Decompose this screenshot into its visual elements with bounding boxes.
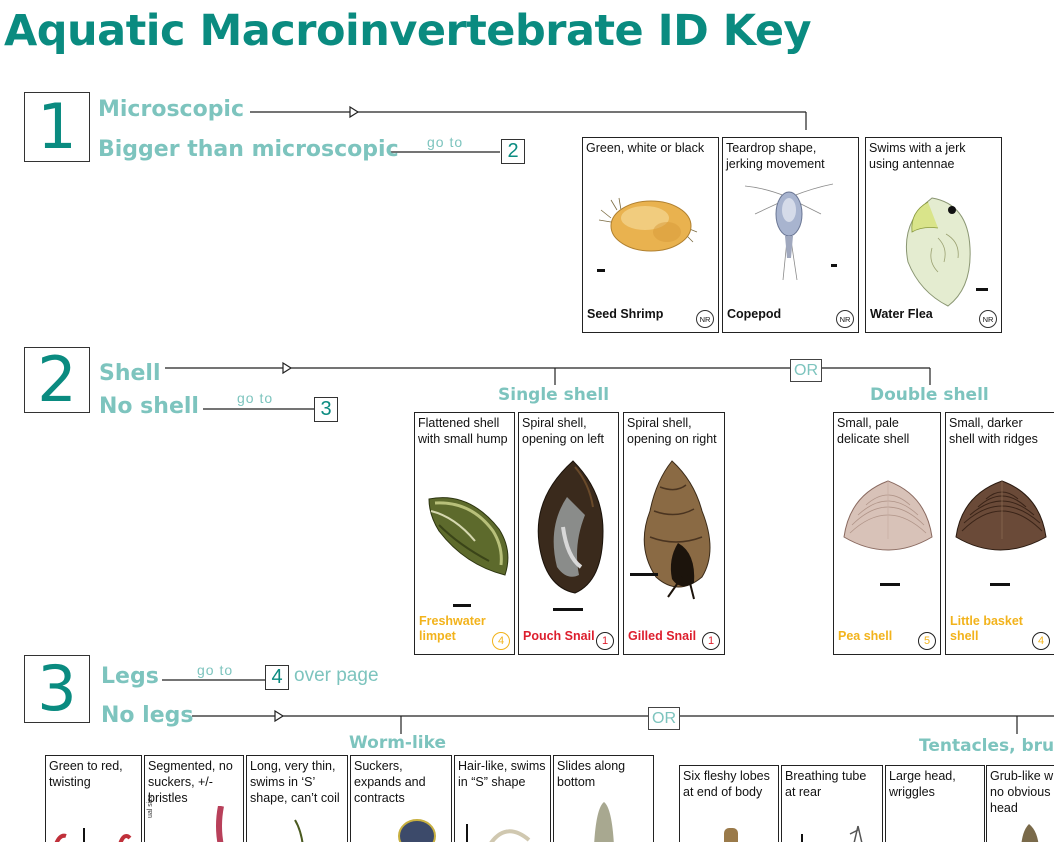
score-badge: 4: [492, 632, 510, 650]
step-1-box: 1: [24, 92, 90, 162]
water-flea-illustration: [905, 197, 971, 307]
goto-label: go to: [197, 662, 234, 678]
card-description: Breathing tube at rear: [785, 769, 867, 799]
card-worm-2[interactable]: Segmented, no suckers, +/- bristles ual …: [144, 755, 244, 842]
page-title: Aquatic Macroinvertebrate ID Key: [4, 6, 812, 56]
or-separator: OR: [648, 707, 680, 731]
card-tentacle-4[interactable]: Grub-like w no obvious head: [986, 765, 1054, 842]
card-description: Grub-like w no obvious head: [990, 769, 1054, 815]
goto-step-3[interactable]: 3: [314, 397, 338, 422]
card-name: Gilled Snail: [628, 629, 697, 643]
score-badge: 5: [918, 632, 936, 650]
card-description: Small, darker shell with ridges: [949, 416, 1038, 446]
size-label: ual size: [147, 794, 154, 818]
pea-shell-illustration: [843, 480, 933, 551]
larva-illustration: [724, 828, 738, 842]
basket-shell-illustration: [955, 480, 1047, 551]
step-3-box: 3: [24, 655, 90, 723]
card-worm-3[interactable]: Long, very thin, swims in ‘S’ shape, can…: [246, 755, 348, 842]
card-description: Slides along bottom: [557, 759, 626, 789]
card-name: Pea shell: [838, 629, 893, 643]
scale-bar: [880, 583, 900, 586]
worm-illustration: [54, 828, 132, 842]
card-worm-5[interactable]: Hair-like, swims in “S” shape: [454, 755, 551, 842]
option-no-shell[interactable]: No shell: [99, 396, 199, 418]
card-tentacle-2[interactable]: Breathing tube at rear: [781, 765, 883, 842]
group-worm-like: Worm-like: [349, 733, 447, 753]
card-description: Swims with a jerk using antennae: [869, 141, 966, 171]
card-worm-1[interactable]: Green to red, twisting: [45, 755, 142, 842]
card-description: Hair-like, swims in “S” shape: [458, 759, 546, 789]
limpet-illustration: [428, 497, 509, 576]
card-description: Flattened shell with small hump: [418, 416, 508, 446]
pouch-snail-illustration: [537, 460, 604, 594]
grub-illustration: [1021, 824, 1039, 842]
scale-bar: [597, 269, 605, 272]
score-badge: 1: [702, 632, 720, 650]
score-badge: 1: [596, 632, 614, 650]
group-single-shell: Single shell: [498, 385, 610, 405]
scale-bar: [453, 604, 471, 607]
card-little-basket-shell[interactable]: Small, darker shell with ridges Little b…: [945, 412, 1054, 655]
scale-bar: [831, 264, 837, 267]
card-gilled-snail[interactable]: Spiral shell, opening on right Gilled Sn…: [623, 412, 725, 655]
card-copepod[interactable]: Teardrop shape, jerking movement Copepod…: [722, 137, 859, 333]
card-worm-4[interactable]: Suckers, expands and contracts: [350, 755, 452, 842]
goto-label: go to: [237, 390, 274, 406]
score-badge: NR: [696, 310, 714, 328]
larva-illustration: [801, 825, 863, 842]
card-description: Segmented, no suckers, +/- bristles: [148, 759, 233, 805]
card-description: Spiral shell, opening on left: [522, 416, 605, 446]
card-pea-shell[interactable]: Small, pale delicate shell Pea shell 5: [833, 412, 941, 655]
option-shell[interactable]: Shell: [99, 363, 161, 385]
card-description: Suckers, expands and contracts: [354, 759, 426, 805]
worm-illustration: [216, 806, 224, 842]
score-badge: NR: [836, 310, 854, 328]
card-description: Large head, wriggles: [889, 769, 956, 799]
seed-shrimp-illustration: [598, 197, 698, 252]
scale-bar: [630, 573, 658, 576]
goto-label: go to: [427, 134, 464, 150]
flatworm-illustration: [594, 802, 614, 842]
hairworm-illustration: [466, 824, 531, 842]
card-freshwater-limpet[interactable]: Flattened shell with small hump Freshwat…: [414, 412, 515, 655]
group-double-shell: Double shell: [870, 385, 989, 405]
scale-bar: [990, 583, 1010, 586]
over-page-label: over page: [294, 665, 379, 686]
card-seed-shrimp[interactable]: Green, white or black Seed Shrimp NR: [582, 137, 719, 333]
card-water-flea[interactable]: Swims with a jerk using antennae Water F…: [865, 137, 1002, 333]
score-badge: 4: [1032, 632, 1050, 650]
option-no-legs[interactable]: No legs: [101, 705, 194, 727]
score-badge: NR: [979, 310, 997, 328]
card-description: Long, very thin, swims in ‘S’ shape, can…: [250, 759, 340, 805]
card-pouch-snail[interactable]: Spiral shell, opening on left Pouch Snai…: [518, 412, 619, 655]
card-name: Seed Shrimp: [587, 307, 664, 321]
card-tentacle-3[interactable]: Large head, wriggles: [885, 765, 985, 842]
goto-step-4[interactable]: 4: [265, 665, 289, 690]
card-name: Water Flea: [870, 307, 933, 321]
goto-step-2[interactable]: 2: [501, 139, 525, 164]
leech-illustration: [398, 819, 436, 842]
card-name: Copepod: [727, 307, 782, 321]
card-description: Small, pale delicate shell: [837, 416, 910, 446]
or-separator: OR: [790, 359, 822, 383]
step-2-box: 2: [24, 347, 90, 413]
card-worm-6[interactable]: Slides along bottom: [553, 755, 654, 842]
scale-bar: [976, 288, 988, 291]
copepod-illustration: [744, 183, 834, 281]
card-description: Six fleshy lobes at end of body: [683, 769, 770, 799]
card-description: Teardrop shape, jerking movement: [726, 141, 825, 171]
group-tentacles: Tentacles, brus: [919, 736, 1054, 756]
option-microscopic[interactable]: Microscopic: [98, 99, 244, 121]
option-legs[interactable]: Legs: [101, 666, 159, 688]
worm-illustration: [294, 819, 304, 842]
card-description: Green to red, twisting: [49, 759, 123, 789]
scale-bar: [553, 608, 583, 611]
option-bigger-than-microscopic[interactable]: Bigger than microscopic: [98, 139, 399, 161]
gilled-snail-illustration: [643, 460, 711, 600]
card-description: Spiral shell, opening on right: [627, 416, 717, 446]
card-name: Pouch Snail: [523, 629, 595, 643]
card-tentacle-1[interactable]: Six fleshy lobes at end of body: [679, 765, 779, 842]
card-description: Green, white or black: [586, 141, 705, 155]
